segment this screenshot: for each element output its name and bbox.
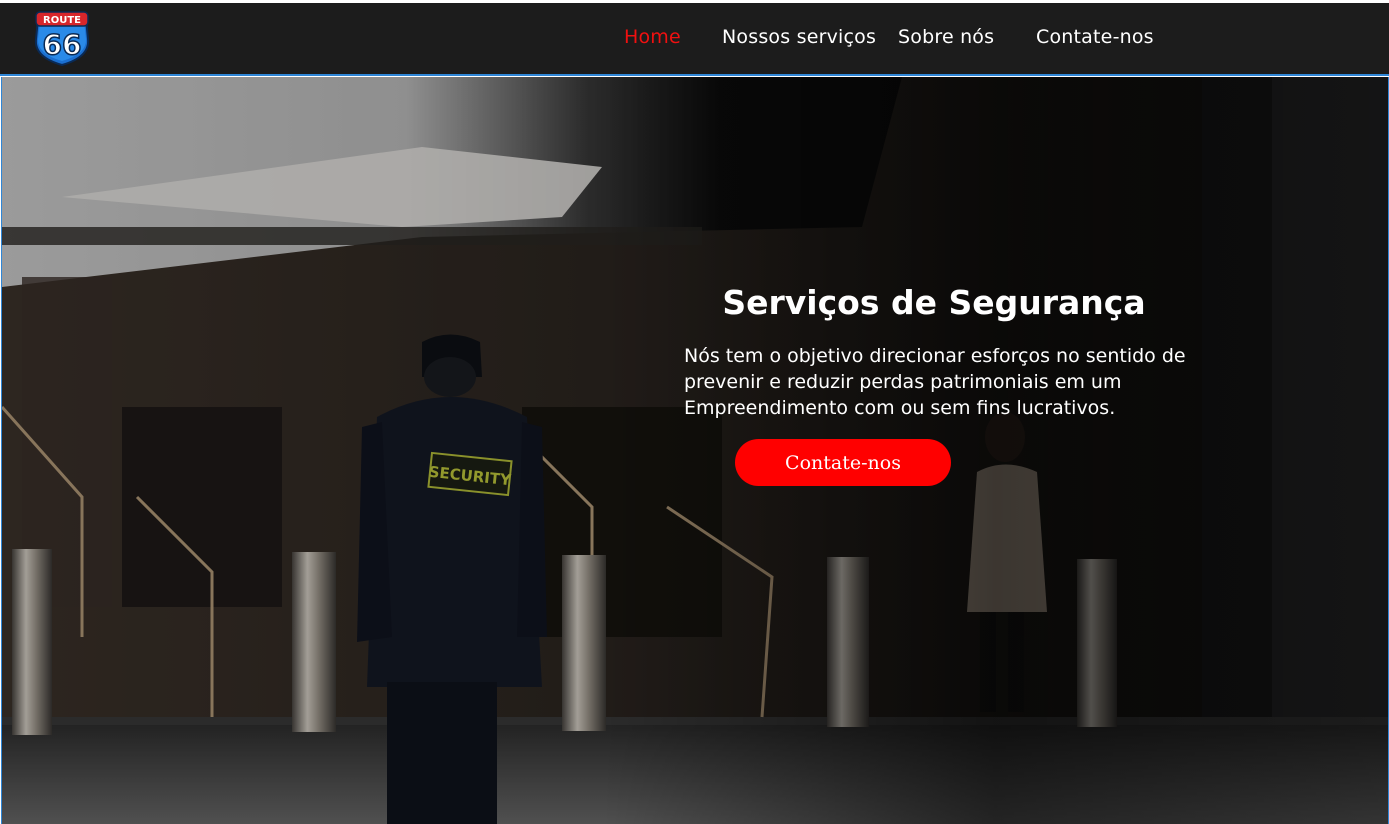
top-navbar: ROUTE 66 Home Nossos serviços Sobre nós … bbox=[0, 3, 1389, 76]
route-66-shield-icon: ROUTE 66 bbox=[34, 11, 90, 67]
nav-link-services[interactable]: Nossos serviços bbox=[722, 26, 876, 48]
nav-link-home[interactable]: Home bbox=[624, 26, 681, 48]
contact-cta-button[interactable]: Contate-nos bbox=[735, 439, 951, 486]
nav-link-about[interactable]: Sobre nós bbox=[898, 26, 994, 48]
hero-title: Serviços de Segurança bbox=[722, 283, 1146, 322]
logo-number: 66 bbox=[43, 28, 82, 61]
hero-background-image: SECURITY bbox=[2, 77, 1388, 824]
hero-description: Nós tem o objetivo direcionar esforços n… bbox=[684, 345, 1186, 419]
route-66-logo[interactable]: ROUTE 66 bbox=[30, 9, 94, 67]
logo-top-text: ROUTE bbox=[43, 15, 81, 26]
nav-link-contact[interactable]: Contate-nos bbox=[1036, 26, 1154, 48]
hero-section: SECURITY Serviços de Segurança Nós tem o… bbox=[1, 77, 1389, 824]
